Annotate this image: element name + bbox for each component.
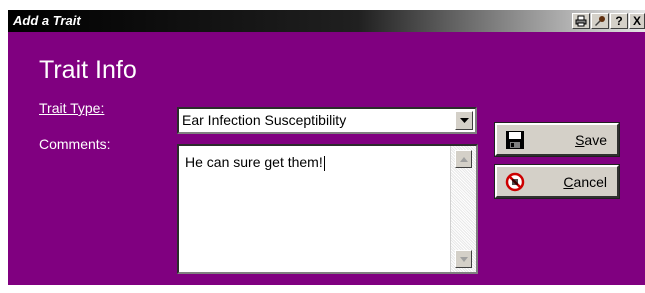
chevron-down-icon	[459, 117, 469, 123]
scroll-up-icon	[459, 156, 468, 162]
title-bar: Add a Trait ? X	[8, 10, 645, 32]
comments-label: Comments:	[39, 136, 111, 152]
comments-textarea[interactable]: He can sure get them!	[177, 144, 478, 274]
add-trait-window: Add a Trait ? X Trait Info Trait Type: C…	[8, 10, 645, 285]
comments-scrollbar[interactable]	[450, 146, 476, 272]
tools-icon	[595, 16, 605, 26]
help-icon: ?	[615, 14, 623, 28]
window-title: Add a Trait	[13, 13, 81, 28]
print-icon	[575, 15, 587, 27]
save-button[interactable]: Save	[494, 122, 620, 157]
trait-type-label: Trait Type:	[39, 100, 105, 116]
trait-type-select[interactable]: Ear Infection Susceptibility	[177, 107, 477, 134]
trait-type-value: Ear Infection Susceptibility	[182, 112, 347, 128]
scroll-down-button[interactable]	[455, 250, 472, 268]
comments-text: He can sure get them!	[185, 154, 325, 171]
cancel-icon	[505, 172, 525, 192]
cancel-button[interactable]: Cancel	[494, 164, 620, 199]
close-icon: X	[632, 14, 641, 28]
tools-button[interactable]	[591, 13, 609, 29]
print-button[interactable]	[572, 13, 590, 29]
text-caret	[323, 155, 325, 171]
floppy-disk-icon	[506, 131, 524, 149]
scroll-up-button[interactable]	[455, 150, 472, 168]
section-heading: Trait Info	[39, 56, 137, 84]
help-button[interactable]: ?	[610, 13, 628, 29]
save-label: Save	[575, 132, 607, 148]
dropdown-button[interactable]	[455, 111, 473, 130]
scroll-down-icon	[459, 256, 468, 262]
cancel-label: Cancel	[563, 174, 607, 190]
close-button[interactable]: X	[629, 13, 645, 29]
